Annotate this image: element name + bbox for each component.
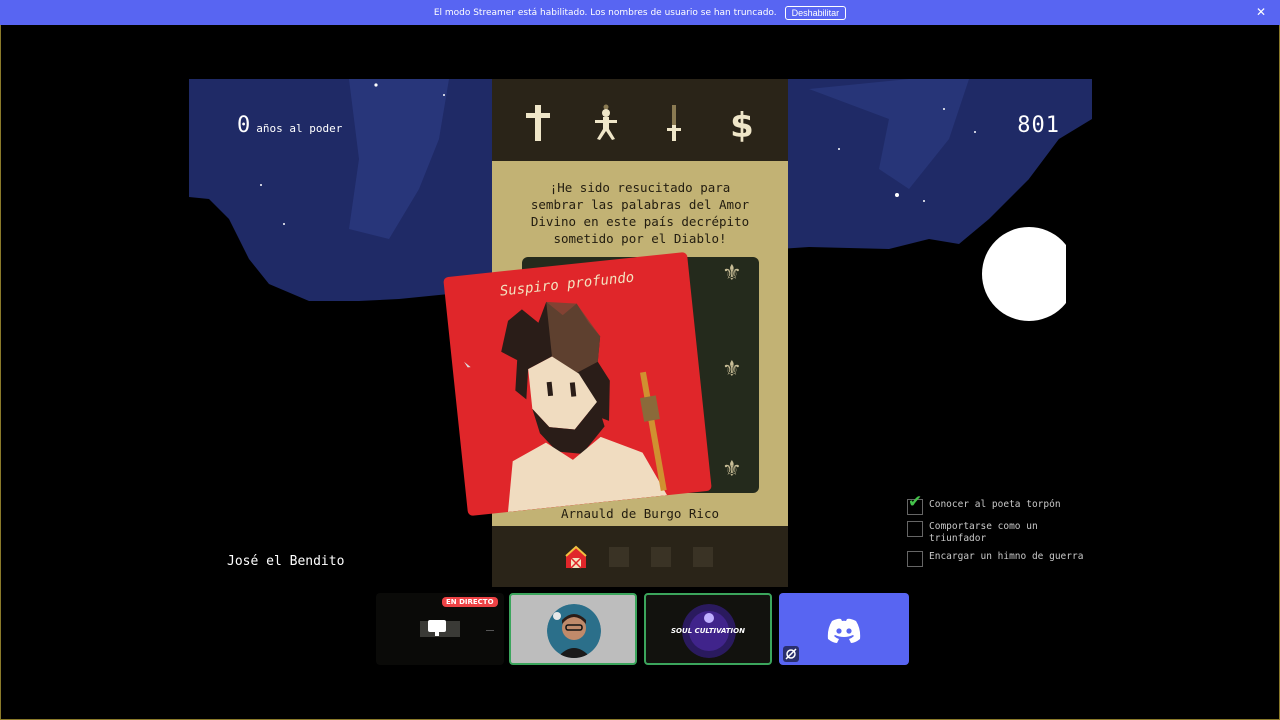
soul-cultivation-logo: SOUL CULTIVATION [671, 627, 745, 635]
cross-icon [522, 103, 554, 143]
discord-tile[interactable] [779, 593, 909, 665]
checkbox-empty-icon [907, 551, 923, 567]
person-icon [590, 103, 622, 143]
empty-slot [651, 547, 671, 567]
empty-slot [609, 547, 629, 567]
inventory-bar [492, 526, 788, 587]
banner-message: El modo Streamer está habilitado. Los no… [433, 7, 777, 18]
stream-preview [420, 620, 494, 637]
reign-label: años al poder [256, 122, 343, 135]
streamer-mode-banner: El modo Streamer está habilitado. Los no… [0, 0, 1280, 25]
stream-tile[interactable]: EN DIRECTO [376, 593, 504, 665]
character-name: José el Bendito [227, 554, 345, 569]
camera-off-icon [783, 646, 799, 662]
discord-logo-icon [827, 618, 861, 643]
close-icon[interactable]: ✕ [1256, 5, 1266, 19]
card-quote: ¡He sido resucitado para sembrar las pal… [530, 180, 750, 246]
objectives-list: Conocer al poeta torpón Comportarse como… [907, 496, 1092, 573]
stats-bar: $ [492, 79, 788, 161]
fleur-de-lis-icon: ⚜ [722, 357, 742, 382]
reign-years: 0 [237, 113, 251, 138]
avatar [547, 604, 601, 658]
user-tile-speaking[interactable] [509, 593, 637, 665]
objective-label: Encargar un himno de guerra [929, 551, 1084, 562]
empty-slot [693, 547, 713, 567]
user-tile-speaking[interactable]: SOUL CULTIVATION [644, 593, 772, 665]
svg-text:$: $ [730, 106, 754, 143]
objective-item: Comportarse como un triunfador [907, 521, 1092, 545]
objective-label: Comportarse como un triunfador [929, 521, 1038, 544]
fleur-de-lis-icon: ⚜ [722, 457, 742, 482]
fleur-de-lis-icon: ⚜ [722, 261, 742, 286]
objective-item: Conocer al poeta torpón [907, 496, 1092, 515]
game-scene: 0 años al poder 801 $ ¡He sido resucitad… [189, 79, 1092, 587]
barn-icon [564, 545, 588, 569]
current-year: 801 [1017, 113, 1060, 138]
disable-streamer-mode-button[interactable]: Deshabilitar [784, 5, 847, 20]
dollar-icon: $ [726, 103, 758, 143]
objective-item: Encargar un himno de guerra [907, 551, 1092, 567]
decision-card[interactable]: Suspiro profundo [443, 251, 712, 517]
checkbox-checked-icon [907, 496, 923, 515]
reign-counter: 0 años al poder [237, 113, 342, 138]
objective-label: Conocer al poeta torpón [929, 499, 1061, 510]
checkbox-empty-icon [907, 521, 923, 537]
character-portrait [464, 301, 668, 512]
sword-icon [658, 103, 690, 143]
